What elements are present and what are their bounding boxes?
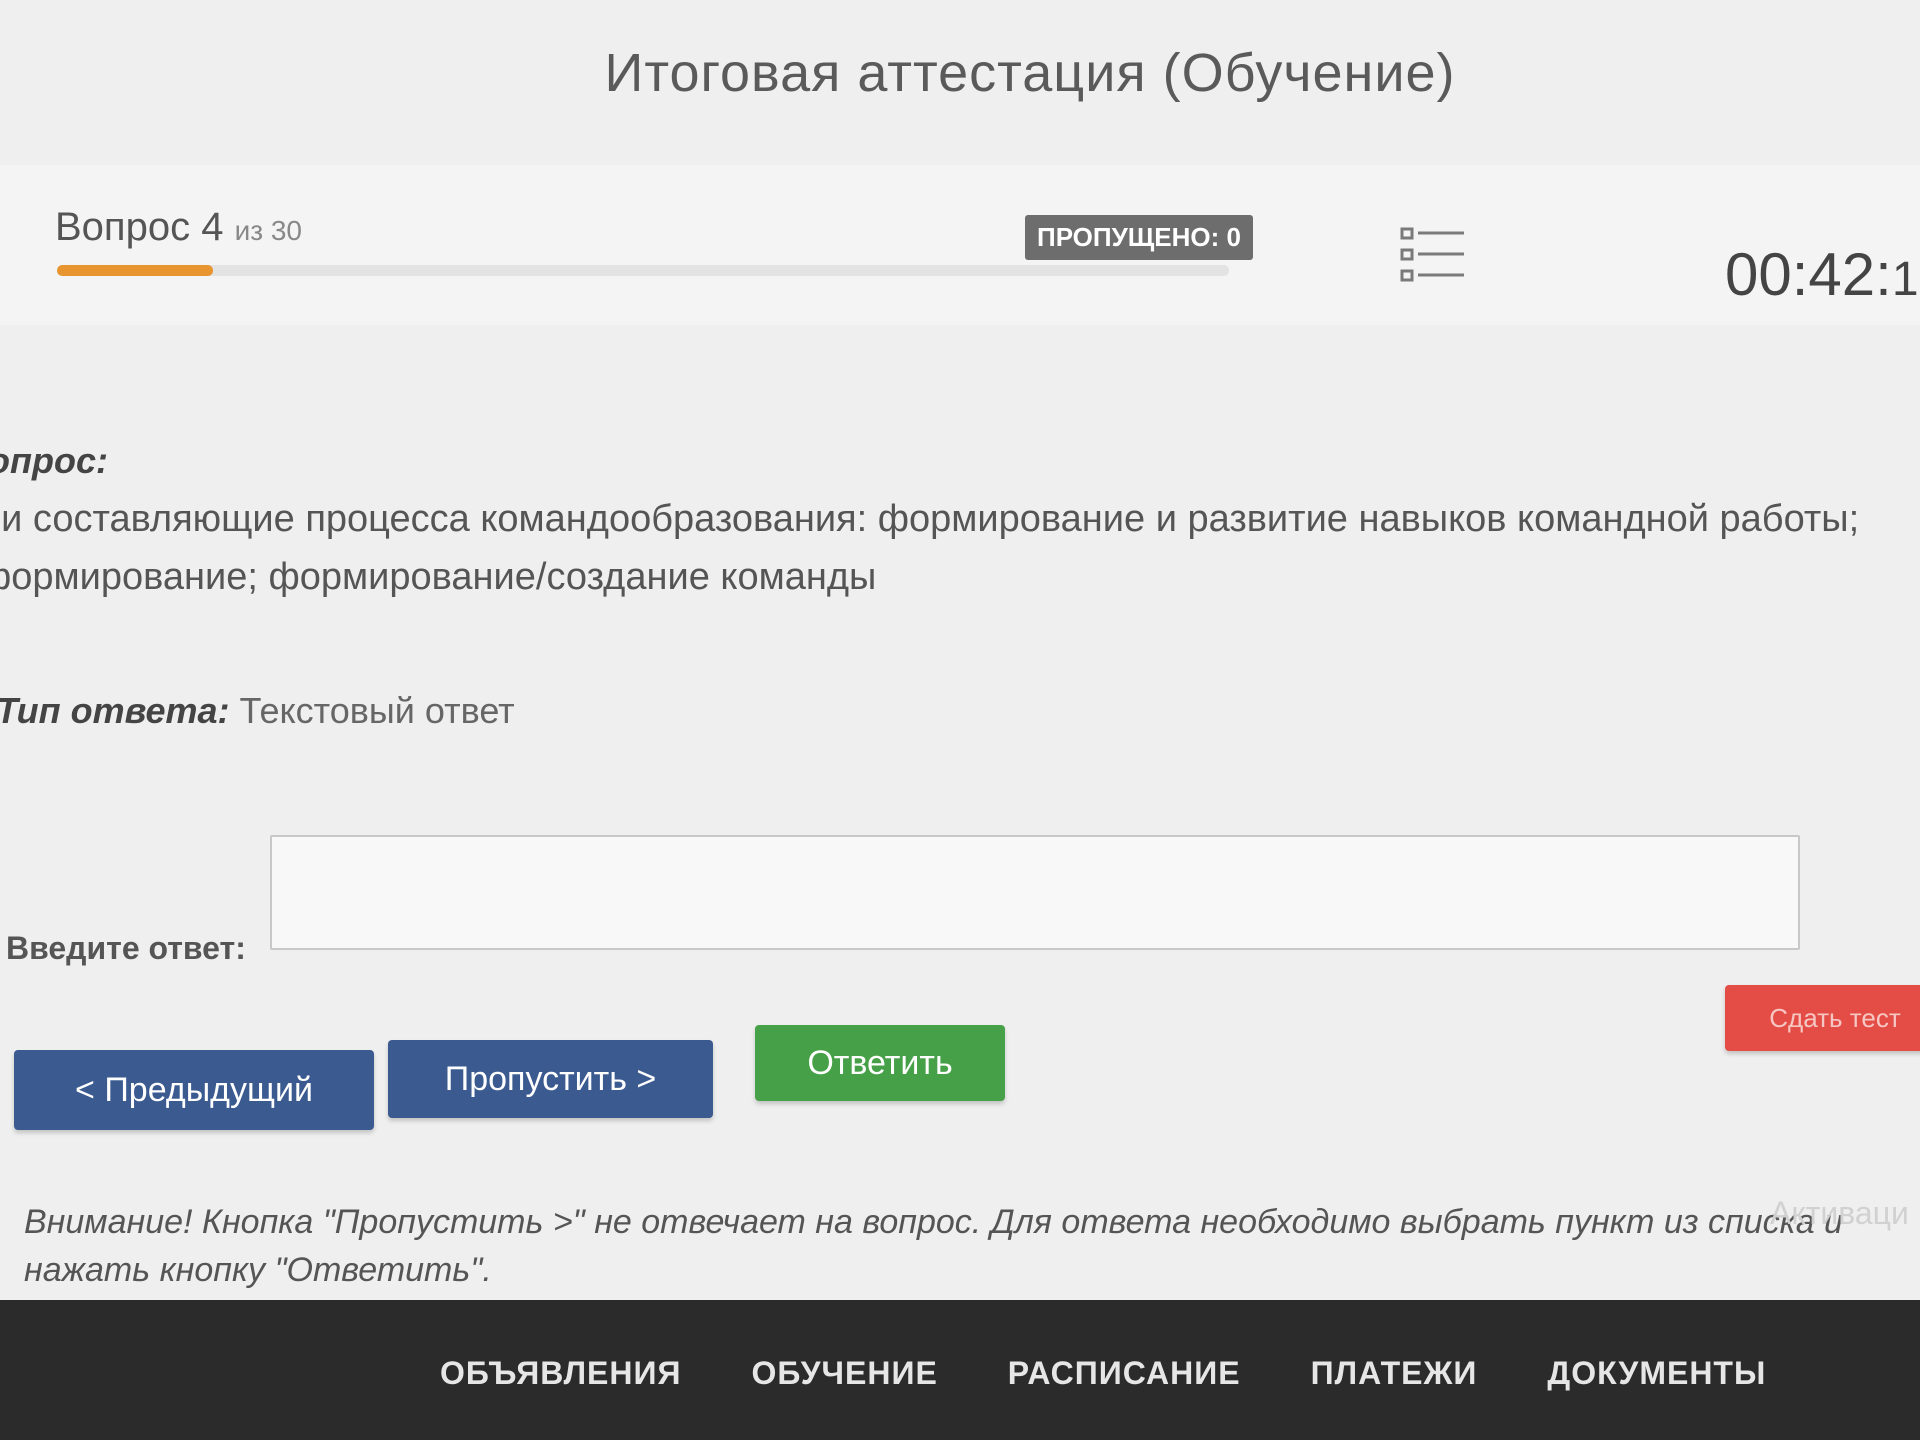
question-counter-label: Вопрос <box>55 205 191 249</box>
submit-test-button[interactable]: Сдать тест <box>1725 985 1920 1051</box>
progress-bar <box>57 265 1229 276</box>
timer-main: 00:42: <box>1725 241 1892 308</box>
timer: 00:42:18 <box>1725 240 1920 309</box>
progress-bar-fill <box>57 265 213 276</box>
footer-nav: ОБЪЯВЛЕНИЯ ОБУЧЕНИЕ РАСПИСАНИЕ ПЛАТЕЖИ Д… <box>440 1355 1766 1392</box>
answer-type-value: Текстовый ответ <box>239 690 515 731</box>
test-page: Итоговая аттестация (Обучение) Вопрос 4 … <box>0 0 1920 1440</box>
timer-seconds: 18 <box>1891 253 1920 306</box>
skip-button[interactable]: Пропустить > <box>388 1040 713 1118</box>
footer-link-documents[interactable]: ДОКУМЕНТЫ <box>1547 1355 1766 1392</box>
page-title: Итоговая аттестация (Обучение) <box>604 43 1456 103</box>
question-number: 4 <box>201 205 224 249</box>
question-text: ри составляющие процесса командообразова… <box>0 498 1860 598</box>
answer-type: Тип ответа: Текстовый ответ <box>0 690 515 732</box>
question-list-icon[interactable] <box>1400 225 1466 285</box>
warning-text: Внимание! Кнопка "Пропустить >" не отвеч… <box>24 1203 1843 1289</box>
answer-label: Введите ответ: <box>6 930 246 966</box>
previous-button[interactable]: < Предыдущий <box>14 1050 374 1130</box>
question-label: опрос: <box>0 440 108 481</box>
footer-link-schedule[interactable]: РАСПИСАНИЕ <box>1008 1355 1241 1392</box>
skipped-badge: ПРОПУЩЕНО: 0 <box>1025 215 1253 260</box>
answer-button[interactable]: Ответить <box>755 1025 1005 1101</box>
footer-link-announcements[interactable]: ОБЪЯВЛЕНИЯ <box>440 1355 682 1392</box>
question-counter: Вопрос 4 из 30 <box>55 205 302 250</box>
question-total: из 30 <box>234 215 302 246</box>
answer-type-label: Тип ответа: <box>0 690 230 731</box>
footer-link-payments[interactable]: ПЛАТЕЖИ <box>1311 1355 1478 1392</box>
footer-nav-bar: ОБЪЯВЛЕНИЯ ОБУЧЕНИЕ РАСПИСАНИЕ ПЛАТЕЖИ Д… <box>0 1300 1920 1440</box>
activation-watermark: Активаци <box>1770 1195 1909 1231</box>
answer-input[interactable] <box>270 835 1800 950</box>
footer-link-learning[interactable]: ОБУЧЕНИЕ <box>752 1355 938 1392</box>
